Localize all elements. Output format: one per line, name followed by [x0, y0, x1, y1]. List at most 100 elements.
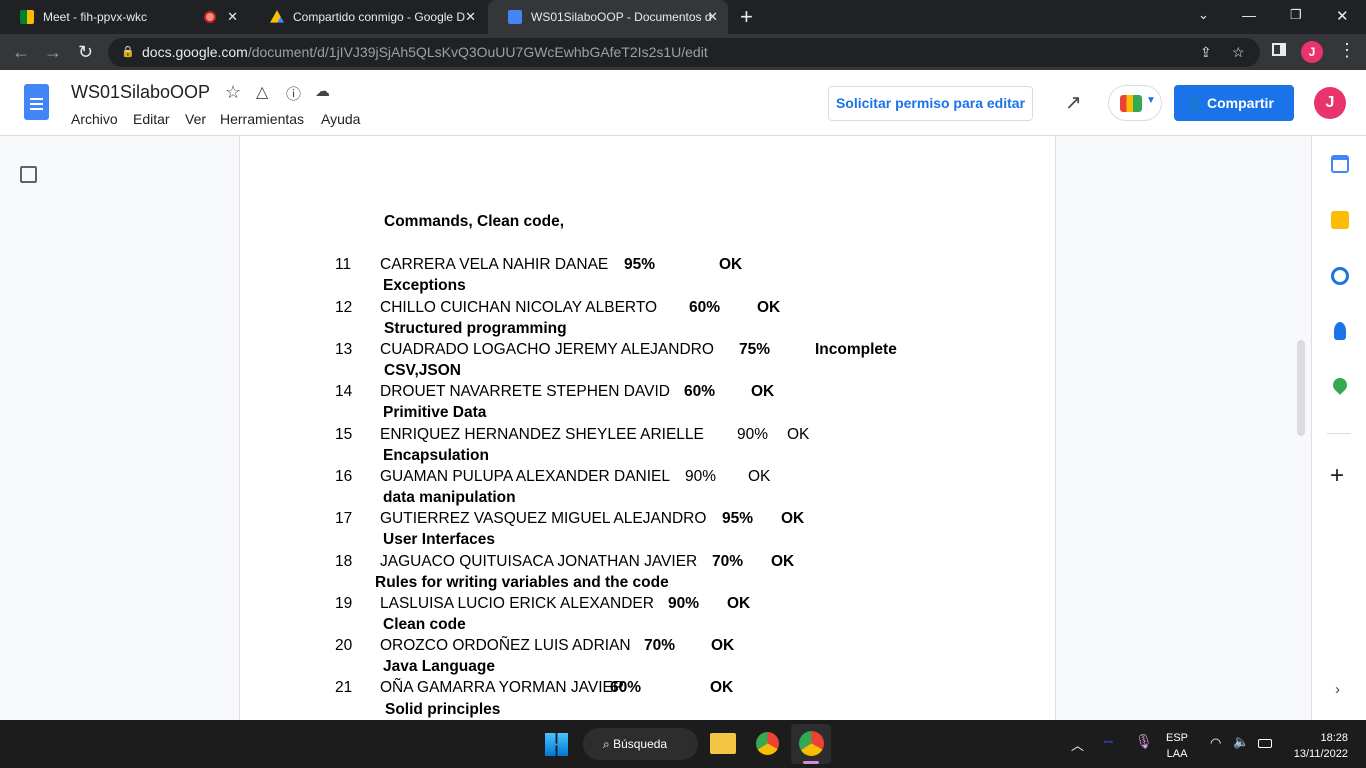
keep-icon[interactable] — [1331, 211, 1349, 229]
scrollbar-thumb[interactable] — [1297, 340, 1305, 436]
student-number: 19 — [335, 595, 353, 612]
menu-editar[interactable]: Editar — [133, 111, 170, 127]
forward-icon[interactable]: → — [44, 42, 62, 63]
student-percentage: 70% — [712, 553, 744, 570]
student-name: GUAMAN PULUPA ALEXANDER DANIEL — [380, 468, 670, 485]
new-tab-button[interactable]: + — [740, 4, 753, 30]
close-tab-icon[interactable]: ✕ — [707, 9, 718, 25]
menu-ver[interactable]: Ver — [185, 111, 206, 127]
minimize-button[interactable]: — — [1242, 7, 1256, 23]
document-title[interactable]: WS01SilaboOOP — [71, 82, 210, 103]
language-indicator[interactable]: ESP LAA — [1166, 730, 1188, 762]
meet-button[interactable]: ▼ — [1108, 85, 1162, 121]
side-panel-icon[interactable] — [1272, 43, 1286, 56]
topic-line: Structured programming — [384, 320, 567, 337]
student-name: JAGUACO QUITUISACA JONATHAN JAVIER — [380, 553, 698, 570]
tab-docs[interactable]: WS01SilaboOOP - Documentos d ✕ — [488, 0, 728, 34]
tab-title: Meet - fih-ppvx-wkc — [43, 10, 148, 24]
menu-icon[interactable]: ⋮ — [1338, 40, 1356, 61]
outline-icon[interactable] — [20, 166, 37, 183]
topic-line: Primitive Data — [383, 404, 487, 421]
close-window-button[interactable]: ✕ — [1336, 7, 1349, 25]
reload-icon[interactable]: ↻ — [78, 42, 93, 63]
lock-icon: 🔒 — [121, 46, 135, 58]
url-input[interactable]: 🔒 docs.google.com/document/d/1jIVJ39jSjA… — [108, 38, 1260, 67]
menu-ayuda[interactable]: Ayuda — [321, 111, 360, 127]
topic-line: Java Language — [383, 658, 495, 675]
wifi-icon[interactable]: ◠ — [1210, 735, 1221, 751]
keyboard-layout: LAA — [1166, 748, 1188, 760]
topic-line: Rules for writing variables and the code — [375, 574, 669, 591]
student-status: OK — [710, 679, 734, 696]
student-name: OROZCO ORDOÑEZ LUIS ADRIAN — [380, 637, 631, 654]
student-number: 14 — [335, 383, 353, 400]
expand-panel-icon[interactable]: › — [1335, 681, 1340, 698]
student-name: ENRIQUEZ HERNANDEZ SHEYLEE ARIELLE — [380, 426, 704, 443]
windows-start-icon[interactable] — [545, 733, 568, 756]
menu-herramientas[interactable]: Herramientas — [220, 111, 304, 127]
tab-search-icon[interactable]: ⌄ — [1198, 7, 1209, 23]
restore-button[interactable]: ❐ — [1290, 7, 1302, 23]
contacts-icon[interactable] — [1334, 322, 1346, 340]
battery-icon[interactable] — [1258, 739, 1272, 748]
student-name: LASLUISA LUCIO ERICK ALEXANDER — [380, 595, 654, 612]
share-page-icon[interactable]: ⇪ — [1200, 38, 1212, 67]
close-tab-icon[interactable]: ✕ — [227, 9, 238, 25]
student-number: 18 — [335, 553, 353, 570]
student-name: DROUET NAVARRETE STEPHEN DAVID — [380, 383, 670, 400]
student-number: 12 — [335, 299, 353, 316]
tab-drive[interactable]: Compartido conmigo - Google D ✕ — [250, 0, 486, 34]
volume-icon[interactable]: 🔈 — [1233, 734, 1249, 750]
add-addon-icon[interactable]: + — [1330, 462, 1344, 490]
student-number: 21 — [335, 679, 353, 696]
side-panel: + › — [1311, 136, 1366, 720]
docs-logo-icon[interactable] — [24, 84, 49, 120]
left-margin — [0, 136, 239, 720]
student-percentage: 90% — [737, 426, 769, 443]
clock[interactable]: 18:28 13/11/2022 — [1284, 730, 1362, 762]
student-status: OK — [727, 595, 751, 612]
recording-icon — [204, 11, 216, 23]
move-to-drive-icon[interactable]: △ — [256, 82, 268, 102]
student-name: CHILLO CUICHAN NICOLAY ALBERTO — [380, 299, 658, 316]
activity-trend-icon[interactable]: ↗ — [1065, 90, 1082, 115]
student-status: Incomplete — [815, 341, 897, 358]
student-number: 17 — [335, 510, 353, 527]
student-percentage: 60% — [689, 299, 721, 316]
menu-archivo[interactable]: Archivo — [71, 111, 118, 127]
maps-icon[interactable] — [1330, 375, 1350, 395]
tab-bar: Meet - fih-ppvx-wkc ✕ Compartido conmigo… — [0, 0, 1366, 34]
topic-line: User Interfaces — [383, 531, 496, 548]
student-status: OK — [751, 383, 775, 400]
student-status: OK — [757, 299, 781, 316]
star-icon[interactable]: ☆ — [225, 82, 241, 103]
topic-line: Commands, Clean code, — [384, 213, 565, 230]
microphone-icon[interactable]: 🎙 — [1135, 733, 1153, 750]
share-button[interactable]: 👤 Compartir — [1174, 85, 1294, 121]
file-explorer-icon[interactable] — [710, 733, 736, 754]
topic-line: Clean code — [383, 616, 466, 633]
bookmark-star-icon[interactable]: ☆ — [1232, 38, 1245, 67]
chrome-active-app[interactable] — [791, 724, 831, 764]
time: 18:28 — [1320, 732, 1348, 744]
meet-icon — [1120, 95, 1142, 112]
account-avatar[interactable]: J — [1314, 87, 1346, 119]
app-tray-icon[interactable]: ꟷ — [1104, 735, 1113, 750]
request-edit-button[interactable]: Solicitar permiso para editar — [828, 86, 1033, 121]
chrome-icon[interactable] — [755, 731, 780, 756]
calendar-icon[interactable] — [1331, 155, 1349, 173]
topic-line: Encapsulation — [383, 447, 489, 464]
show-hidden-icons[interactable]: ︿ — [1071, 735, 1084, 754]
info-icon[interactable]: ⓘ — [286, 83, 301, 104]
tasks-icon[interactable] — [1331, 267, 1349, 285]
student-percentage: 90% — [668, 595, 700, 612]
tab-meet[interactable]: Meet - fih-ppvx-wkc ✕ — [0, 0, 248, 34]
profile-avatar[interactable]: J — [1301, 41, 1323, 63]
student-percentage: 70% — [644, 637, 676, 654]
taskbar-search[interactable]: ⌕ Búsqueda — [583, 728, 698, 760]
close-tab-icon[interactable]: ✕ — [465, 9, 476, 25]
right-margin — [1056, 136, 1311, 720]
student-percentage: 90% — [685, 468, 717, 485]
back-icon[interactable]: ← — [12, 42, 30, 63]
chevron-down-icon: ▼ — [1146, 95, 1156, 106]
